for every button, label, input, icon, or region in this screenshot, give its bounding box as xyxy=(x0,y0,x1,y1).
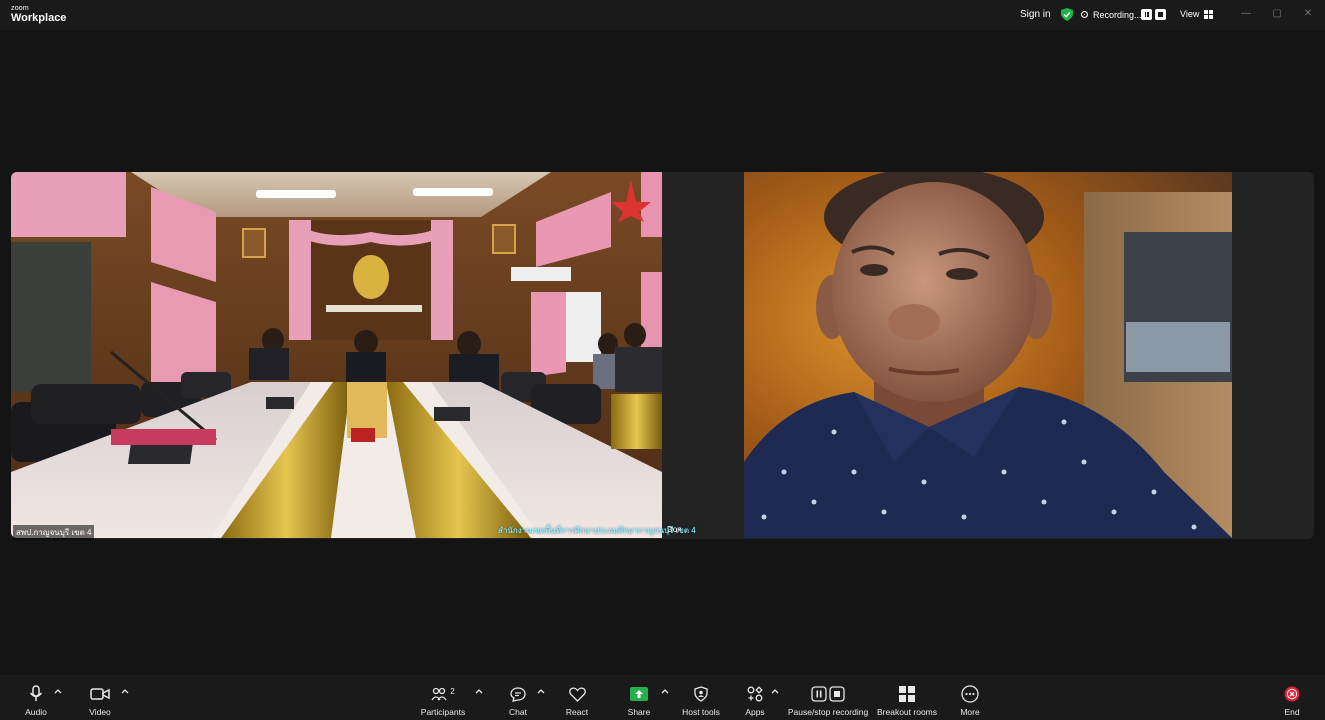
video-camera-icon xyxy=(90,688,110,700)
share-options-caret-icon[interactable] xyxy=(661,687,669,695)
participants-label: Participants xyxy=(420,707,466,717)
video-label: Video xyxy=(89,707,111,717)
view-button[interactable]: View xyxy=(1180,9,1214,19)
apps-label: Apps xyxy=(745,707,765,717)
stop-icon xyxy=(829,686,845,702)
recording-indicator: Recording... xyxy=(1081,8,1142,21)
share-screen-icon xyxy=(630,687,648,701)
view-label: View xyxy=(1180,9,1200,19)
participant-name-tile2: Don xyxy=(667,525,682,534)
close-icon[interactable]: ✕ xyxy=(1301,7,1315,21)
brand-top: zoom xyxy=(11,5,29,12)
react-button[interactable]: React xyxy=(562,675,592,720)
recording-label: Recording... xyxy=(1093,9,1142,20)
maximize-icon[interactable]: ▢ xyxy=(1270,7,1284,21)
stop-recording-icon[interactable] xyxy=(1155,9,1166,20)
chat-label: Chat xyxy=(509,707,527,717)
view-grid-icon xyxy=(1204,9,1214,19)
apps-button[interactable]: Apps xyxy=(740,675,770,720)
apps-options-caret-icon[interactable] xyxy=(771,687,779,695)
microphone-icon xyxy=(29,685,43,701)
pause-stop-recording-button[interactable]: Pause/stop recording xyxy=(788,675,868,720)
video-tile-participant-don[interactable] xyxy=(744,172,1232,538)
title-bar: zoom Workplace Sign in Recording... View… xyxy=(0,0,1325,30)
chat-options-caret-icon[interactable] xyxy=(537,687,545,695)
apps-icon xyxy=(747,686,763,702)
chat-button[interactable]: Chat xyxy=(503,675,533,720)
react-label: React xyxy=(565,707,589,717)
host-tools-label: Host tools xyxy=(682,707,720,717)
end-label: End xyxy=(1284,707,1300,717)
share-button[interactable]: Share xyxy=(624,675,654,720)
breakout-rooms-icon xyxy=(899,686,915,702)
recording-dot-icon xyxy=(1081,11,1088,18)
video-options-caret-icon[interactable] xyxy=(121,687,129,695)
participant-name-tile1: สพป.กาญจนบุรี เขต 4 xyxy=(13,525,95,540)
host-tools-shield-icon xyxy=(694,686,708,702)
more-label: More xyxy=(960,707,980,717)
participants-button[interactable]: 2 Participants xyxy=(418,675,468,720)
share-label: Share xyxy=(627,707,651,717)
audio-button[interactable]: Audio xyxy=(20,675,52,720)
brand-bottom: Workplace xyxy=(11,12,67,24)
security-shield-icon[interactable] xyxy=(1061,8,1073,21)
video-button[interactable]: Video xyxy=(84,675,116,720)
audio-options-caret-icon[interactable] xyxy=(54,687,62,695)
more-button[interactable]: More xyxy=(955,675,985,720)
participants-icon xyxy=(431,687,447,701)
pause-icon xyxy=(811,686,827,702)
chat-bubble-icon xyxy=(510,686,526,702)
recording-control-label: Pause/stop recording xyxy=(787,707,869,717)
breakout-rooms-label: Breakout rooms xyxy=(877,707,937,717)
video-tile-meeting-room[interactable] xyxy=(11,172,662,538)
heart-icon xyxy=(568,687,586,702)
participants-options-caret-icon[interactable] xyxy=(475,687,483,695)
audio-label: Audio xyxy=(25,707,47,717)
end-meeting-button[interactable]: End xyxy=(1278,675,1306,720)
meeting-toolbar: Audio Video 2 Participants Chat React Sh… xyxy=(0,675,1325,720)
sign-in-link[interactable]: Sign in xyxy=(1020,9,1051,20)
participants-count: 2 xyxy=(450,686,455,696)
more-ellipsis-icon xyxy=(961,685,979,703)
breakout-rooms-button[interactable]: Breakout rooms xyxy=(877,675,937,720)
end-call-icon xyxy=(1284,686,1300,702)
host-tools-button[interactable]: Host tools xyxy=(680,675,722,720)
zoom-logo: zoom Workplace xyxy=(11,5,66,24)
pause-recording-icon[interactable] xyxy=(1141,9,1152,20)
minimize-icon[interactable]: — xyxy=(1239,7,1253,21)
